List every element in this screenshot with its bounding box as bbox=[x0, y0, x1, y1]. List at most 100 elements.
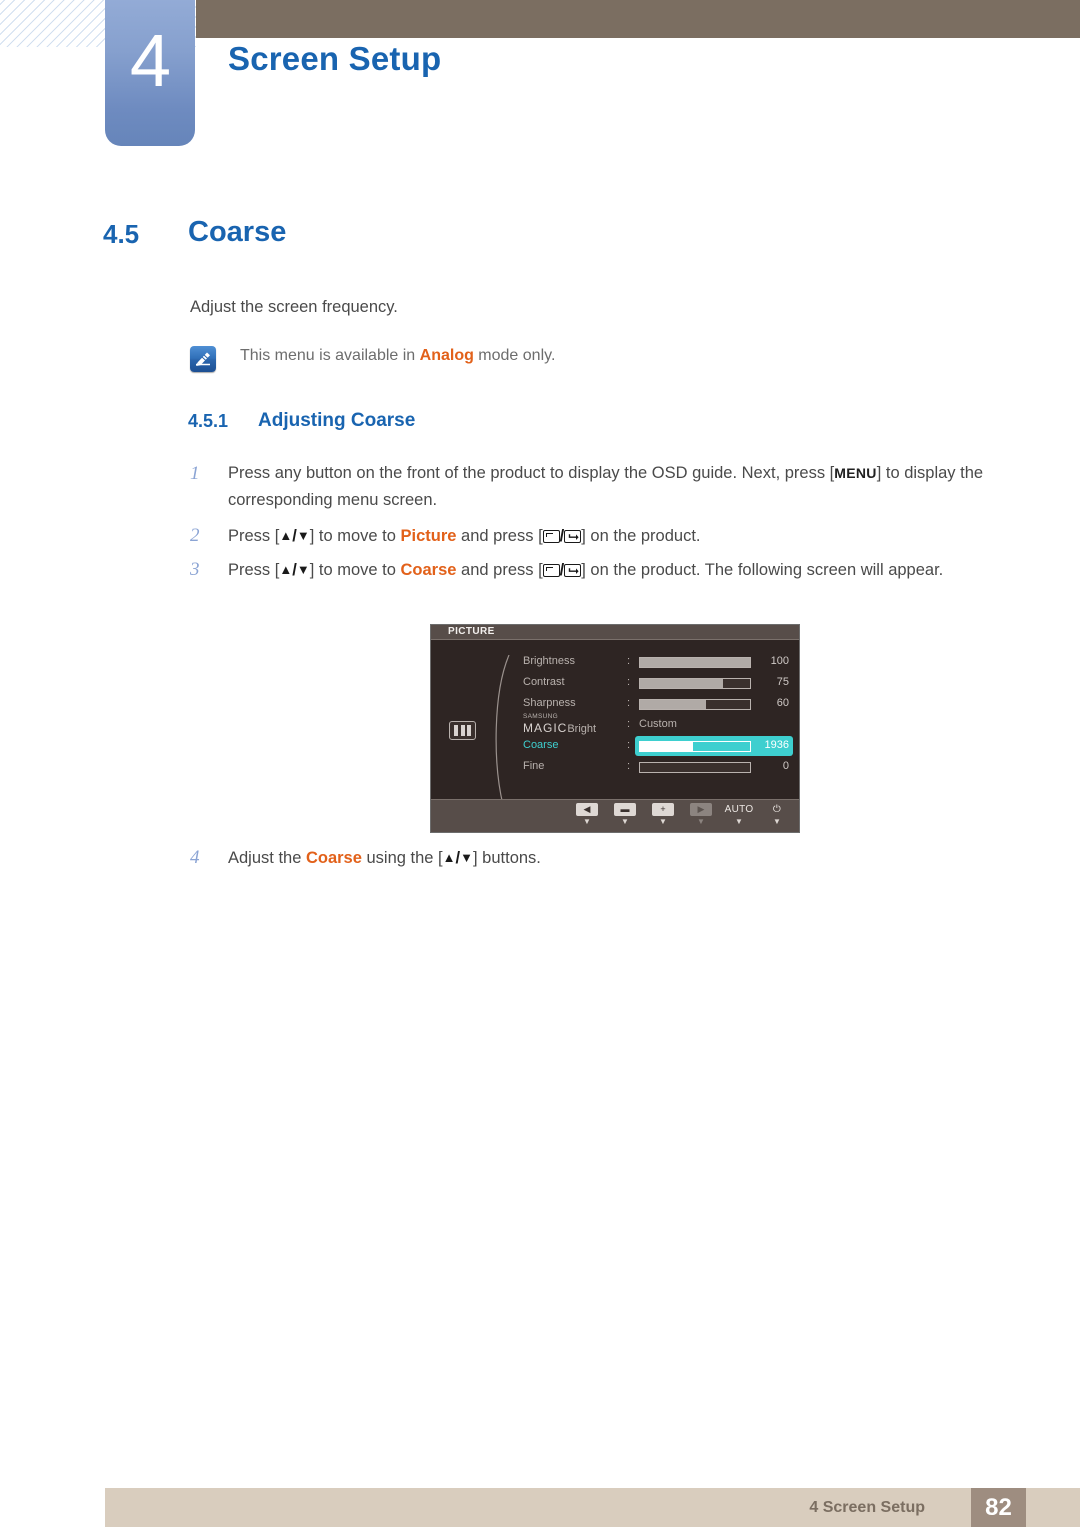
osd-row-magicbright[interactable]: SAMSUNG MAGICBright : Custom bbox=[431, 713, 799, 736]
osd-value-brightness: 100 bbox=[770, 655, 789, 667]
auto-button[interactable]: AUTO ▼ bbox=[724, 803, 754, 826]
section-intro-text: Adjust the screen frequency. bbox=[190, 298, 398, 316]
step-2-p3: and press [ bbox=[456, 527, 543, 545]
left-arrow-icon: ◀ bbox=[576, 803, 598, 816]
step-4-p2: using the [ bbox=[361, 849, 443, 867]
power-button[interactable]: ⏻ ▼ bbox=[765, 803, 789, 826]
right-arrow-icon: ▶ bbox=[690, 803, 712, 816]
osd-bar-sharpness bbox=[639, 699, 751, 710]
osd-menu-rows: Brightness : 100 Contrast : 75 Sharpness… bbox=[431, 652, 799, 778]
back-box-icon bbox=[542, 530, 560, 543]
plus-icon: + bbox=[652, 803, 674, 816]
osd-label-contrast: Contrast bbox=[523, 676, 565, 688]
step-4-text: Adjust the Coarse using the [▲/▼] button… bbox=[228, 849, 541, 867]
step-3-number: 3 bbox=[190, 559, 200, 580]
plus-hint-icon: ▼ bbox=[659, 817, 667, 826]
step-3-p2: ] to move to bbox=[309, 561, 401, 579]
step-4-target: Coarse bbox=[305, 849, 362, 867]
note-highlight: Analog bbox=[419, 347, 474, 364]
step-2-number: 2 bbox=[190, 525, 200, 546]
chapter-number: 4 bbox=[129, 19, 171, 102]
up-arrow-icon: ▲ bbox=[279, 562, 293, 577]
menu-key-label: MENU bbox=[834, 465, 877, 481]
down-arrow-icon: ▼ bbox=[296, 528, 310, 543]
back-box-icon bbox=[542, 564, 560, 577]
osd-button-bar: ◀ ▼ ▬ ▼ + ▼ ▶ ▼ AUTO ▼ ⏻ ▼ bbox=[431, 799, 799, 832]
osd-colon: : bbox=[627, 760, 631, 772]
down-arrow-icon: ▼ bbox=[460, 850, 473, 865]
osd-colon: : bbox=[627, 739, 631, 751]
footer-bar bbox=[105, 1488, 1080, 1527]
osd-label-coarse: Coarse bbox=[523, 739, 559, 751]
osd-colon: : bbox=[627, 655, 631, 667]
plus-button[interactable]: + ▼ bbox=[651, 803, 675, 826]
osd-button-group: ◀ ▼ ▬ ▼ + ▼ ▶ ▼ AUTO ▼ ⏻ ▼ bbox=[575, 803, 789, 826]
note-text-after: mode only. bbox=[473, 347, 556, 364]
step-4-p1: Adjust the bbox=[228, 849, 306, 867]
osd-row-fine[interactable]: Fine : 0 bbox=[431, 757, 799, 778]
step-3-p4: ] on the product. The following screen w… bbox=[581, 561, 944, 579]
osd-value-fine: 0 bbox=[782, 760, 789, 772]
note-pencil-icon bbox=[190, 346, 216, 372]
osd-title: PICTURE bbox=[448, 626, 495, 637]
step-3-p3: and press [ bbox=[456, 561, 543, 579]
power-icon: ⏻ bbox=[772, 803, 782, 815]
step-2-text: Press [▲/▼] to move to Picture and press… bbox=[228, 527, 701, 545]
auto-label: AUTO bbox=[724, 803, 754, 815]
osd-colon: : bbox=[627, 676, 631, 688]
chapter-tab: 4 bbox=[105, 0, 195, 146]
osd-row-coarse[interactable]: Coarse : 1936 bbox=[431, 736, 799, 757]
enter-box-icon bbox=[564, 564, 582, 577]
step-1-pre: Press any button on the front of the pro… bbox=[228, 464, 835, 482]
osd-row-brightness[interactable]: Brightness : 100 bbox=[431, 652, 799, 673]
osd-value-contrast: 75 bbox=[776, 676, 789, 688]
osd-colon: : bbox=[627, 718, 631, 730]
osd-value-coarse: 1936 bbox=[764, 739, 789, 751]
osd-label-brightness: Brightness bbox=[523, 655, 575, 667]
osd-row-contrast[interactable]: Contrast : 75 bbox=[431, 673, 799, 694]
step-1-number: 1 bbox=[190, 463, 200, 484]
subsection-number: 4.5.1 bbox=[188, 411, 229, 431]
step-3-text: Press [▲/▼] to move to Coarse and press … bbox=[228, 561, 944, 579]
note-text: This menu is available in Analog mode on… bbox=[240, 347, 555, 365]
chapter-title: Screen Setup bbox=[228, 40, 442, 77]
osd-value-sharpness: 60 bbox=[776, 697, 789, 709]
osd-screenshot: PICTURE Brightness : 100 Contrast : 75 S… bbox=[430, 624, 800, 833]
osd-row-sharpness[interactable]: Sharpness : 60 bbox=[431, 694, 799, 715]
step-2-target: Picture bbox=[400, 527, 457, 545]
footer-label: 4 Screen Setup bbox=[809, 1499, 925, 1516]
osd-value-magicbright: Custom bbox=[639, 718, 677, 730]
left-arrow-hint-icon: ▼ bbox=[583, 817, 591, 826]
osd-bar-contrast bbox=[639, 678, 751, 689]
down-arrow-icon: ▼ bbox=[296, 562, 310, 577]
subsection-title: Adjusting Coarse bbox=[258, 410, 416, 431]
osd-bar-coarse[interactable] bbox=[639, 741, 751, 752]
up-arrow-icon: ▲ bbox=[279, 528, 293, 543]
minus-button[interactable]: ▬ ▼ bbox=[613, 803, 637, 826]
step-1-text: Press any button on the front of the pro… bbox=[228, 460, 1040, 514]
power-hint-icon: ▼ bbox=[773, 817, 781, 826]
left-arrow-button[interactable]: ◀ ▼ bbox=[575, 803, 599, 826]
header-bar bbox=[196, 0, 1080, 38]
osd-colon: : bbox=[627, 697, 631, 709]
step-2-p2: ] to move to bbox=[309, 527, 401, 545]
page-number: 82 bbox=[985, 1494, 1012, 1521]
step-3-target: Coarse bbox=[400, 561, 457, 579]
osd-bar-fine bbox=[639, 762, 751, 773]
step-2-p1: Press [ bbox=[228, 527, 280, 545]
section-title: Coarse bbox=[188, 216, 287, 248]
auto-hint-icon: ▼ bbox=[735, 817, 743, 826]
step-4-p3: ] buttons. bbox=[473, 849, 541, 867]
step-3-p1: Press [ bbox=[228, 561, 280, 579]
step-4-number: 4 bbox=[190, 847, 200, 868]
osd-bar-brightness bbox=[639, 657, 751, 668]
up-arrow-icon: ▲ bbox=[442, 850, 456, 865]
osd-label-sharpness: Sharpness bbox=[523, 697, 576, 709]
right-arrow-button[interactable]: ▶ ▼ bbox=[689, 803, 713, 826]
magicbright-bright: Bright bbox=[567, 722, 597, 735]
minus-hint-icon: ▼ bbox=[621, 817, 629, 826]
osd-label-fine: Fine bbox=[523, 760, 545, 772]
page-number-box: 82 bbox=[971, 1488, 1026, 1527]
step-2-p4: ] on the product. bbox=[581, 527, 701, 545]
section-number: 4.5 bbox=[103, 219, 140, 249]
